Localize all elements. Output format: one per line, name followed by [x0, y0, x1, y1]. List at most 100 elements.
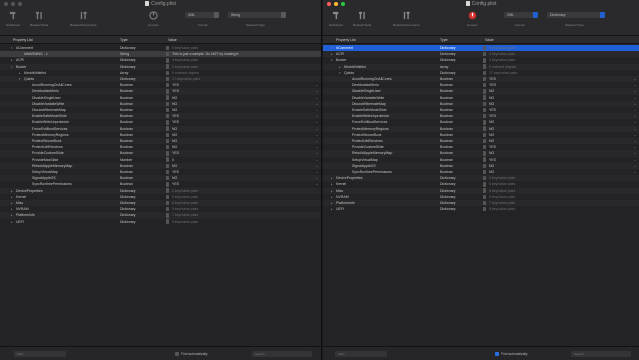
column-header[interactable]: Property List Type Value — [0, 36, 321, 44]
type-stepper-icon[interactable] — [166, 169, 169, 175]
type-stepper-icon[interactable] — [166, 151, 169, 156]
convert-button[interactable]: Convert — [467, 11, 478, 27]
type-stepper-icon[interactable] — [483, 107, 486, 113]
row-key[interactable]: UEFI — [16, 219, 24, 225]
type-stepper-icon[interactable] — [483, 200, 486, 206]
column-key[interactable]: Property List — [13, 38, 33, 42]
hammer-icon — [9, 11, 15, 20]
type-stepper-icon[interactable] — [483, 194, 486, 200]
toolbar: Hackintool Rehead Tools Rehead Documents… — [0, 8, 321, 36]
type-stepper-icon[interactable] — [483, 52, 486, 57]
type-stepper-icon[interactable] — [166, 83, 169, 88]
type-stepper-icon[interactable] — [483, 163, 486, 169]
rehead-documents-button[interactable]: Rehead Documents — [393, 11, 420, 27]
type-stepper-icon[interactable] — [166, 182, 169, 187]
type-stepper-icon[interactable] — [483, 95, 486, 100]
type-stepper-icon[interactable] — [483, 70, 486, 76]
filter-field[interactable]: Filter... — [14, 351, 66, 357]
type-stepper-icon[interactable] — [166, 213, 169, 218]
type-stepper-icon[interactable] — [166, 138, 169, 144]
rehead-tools-button[interactable]: Rehead Tools — [30, 11, 48, 27]
type-stepper-icon[interactable] — [166, 188, 169, 193]
row-value[interactable]: 9 key/value pairs — [172, 219, 198, 225]
type-stepper-icon[interactable] — [483, 126, 486, 131]
type-stepper-icon[interactable] — [166, 89, 169, 94]
type-stepper-icon[interactable] — [166, 120, 169, 125]
type-stepper-icon[interactable] — [166, 157, 169, 162]
type-stepper-icon[interactable] — [483, 58, 486, 63]
type-stepper-icon[interactable] — [483, 114, 486, 119]
type-stepper-icon[interactable] — [166, 200, 169, 206]
hackintool-button[interactable]: Hackintool — [329, 11, 343, 27]
type-stepper-icon[interactable] — [166, 163, 169, 169]
type-stepper-icon[interactable] — [483, 207, 486, 212]
hackintool-button[interactable]: Hackintool — [6, 11, 20, 27]
column-header[interactable]: Property List Type Value — [323, 36, 639, 44]
column-type[interactable]: Type — [120, 38, 128, 42]
type-stepper-icon[interactable] — [483, 76, 486, 82]
type-stepper-icon[interactable] — [483, 89, 486, 94]
type-stepper-icon[interactable] — [166, 64, 169, 69]
type-stepper-icon[interactable] — [166, 207, 169, 212]
documents-icon — [80, 11, 87, 20]
row-type[interactable]: Dictionary — [120, 219, 136, 225]
type-select[interactable]: String — [228, 12, 286, 18]
type-stepper-icon[interactable] — [483, 83, 486, 88]
table-row[interactable]: ▸ UEFI Dictionary 9 key/value pairs — [0, 219, 321, 225]
type-stepper-icon[interactable] — [483, 151, 486, 156]
type-stepper-icon[interactable] — [166, 45, 169, 51]
type-stepper-icon[interactable] — [483, 157, 486, 162]
column-value[interactable]: Value — [168, 38, 177, 42]
type-stepper-icon[interactable] — [483, 182, 486, 187]
type-stepper-icon[interactable] — [483, 101, 486, 107]
type-stepper-icon[interactable] — [483, 120, 486, 125]
type-stepper-icon[interactable] — [483, 145, 486, 150]
type-stepper-icon[interactable] — [166, 145, 169, 150]
window-title: Config.plist — [323, 1, 639, 7]
type-select[interactable]: Dictionary — [547, 12, 605, 18]
type-stepper-icon[interactable] — [166, 126, 169, 131]
type-stepper-icon[interactable] — [166, 132, 169, 138]
disclosure-closed-icon[interactable]: ▸ — [331, 206, 333, 212]
type-stepper-icon[interactable] — [166, 176, 169, 181]
tools-icon — [358, 11, 365, 20]
autosearch-checkbox[interactable]: Find automatically — [495, 351, 528, 356]
row-key[interactable]: UEFI — [336, 206, 344, 212]
column-value[interactable]: Value — [485, 38, 494, 42]
rehead-documents-button[interactable]: Rehead Documents — [70, 11, 97, 27]
format-select[interactable]: XML — [185, 12, 219, 18]
type-stepper-icon[interactable] — [483, 132, 486, 138]
convert-button[interactable]: Convert — [148, 11, 159, 27]
type-stepper-icon[interactable] — [483, 188, 486, 193]
type-stepper-icon[interactable] — [166, 52, 169, 57]
type-stepper-icon[interactable] — [166, 219, 169, 224]
type-stepper-icon[interactable] — [166, 76, 169, 82]
column-key[interactable]: Property List — [336, 38, 356, 42]
checkbox-icon — [175, 351, 179, 356]
type-stepper-icon[interactable] — [483, 138, 486, 144]
type-stepper-icon[interactable] — [166, 70, 169, 76]
autosearch-checkbox[interactable]: Find automatically — [175, 351, 208, 356]
format-select[interactable]: XML — [504, 12, 538, 18]
column-type[interactable]: Type — [440, 38, 448, 42]
type-stepper-icon[interactable] — [483, 45, 486, 51]
row-value[interactable]: 9 key/value pairs — [489, 206, 515, 212]
table-row[interactable]: ▸ UEFI Dictionary 9 key/value pairs — [323, 206, 639, 212]
row-type[interactable]: Dictionary — [440, 206, 456, 212]
type-stepper-icon[interactable] — [166, 107, 169, 113]
type-stepper-icon[interactable] — [166, 101, 169, 107]
rehead-tools-button[interactable]: Rehead Tools — [353, 11, 371, 27]
type-stepper-icon[interactable] — [166, 95, 169, 100]
type-stepper-icon[interactable] — [483, 169, 486, 175]
toolbar: Hackintool Rehead Tools Rehead Documents… — [323, 8, 639, 36]
disclosure-closed-icon[interactable]: ▸ — [11, 219, 13, 225]
filter-field[interactable]: Filter... — [335, 351, 387, 357]
type-stepper-icon[interactable] — [166, 194, 169, 200]
type-stepper-icon[interactable] — [483, 176, 486, 181]
type-stepper-icon[interactable] — [166, 114, 169, 119]
type-stepper-icon[interactable] — [483, 64, 486, 69]
type-stepper-icon[interactable] — [166, 58, 169, 63]
search-field[interactable]: Search... — [571, 351, 631, 357]
checkbox-icon — [495, 351, 499, 356]
search-field[interactable]: Search... — [252, 351, 312, 357]
